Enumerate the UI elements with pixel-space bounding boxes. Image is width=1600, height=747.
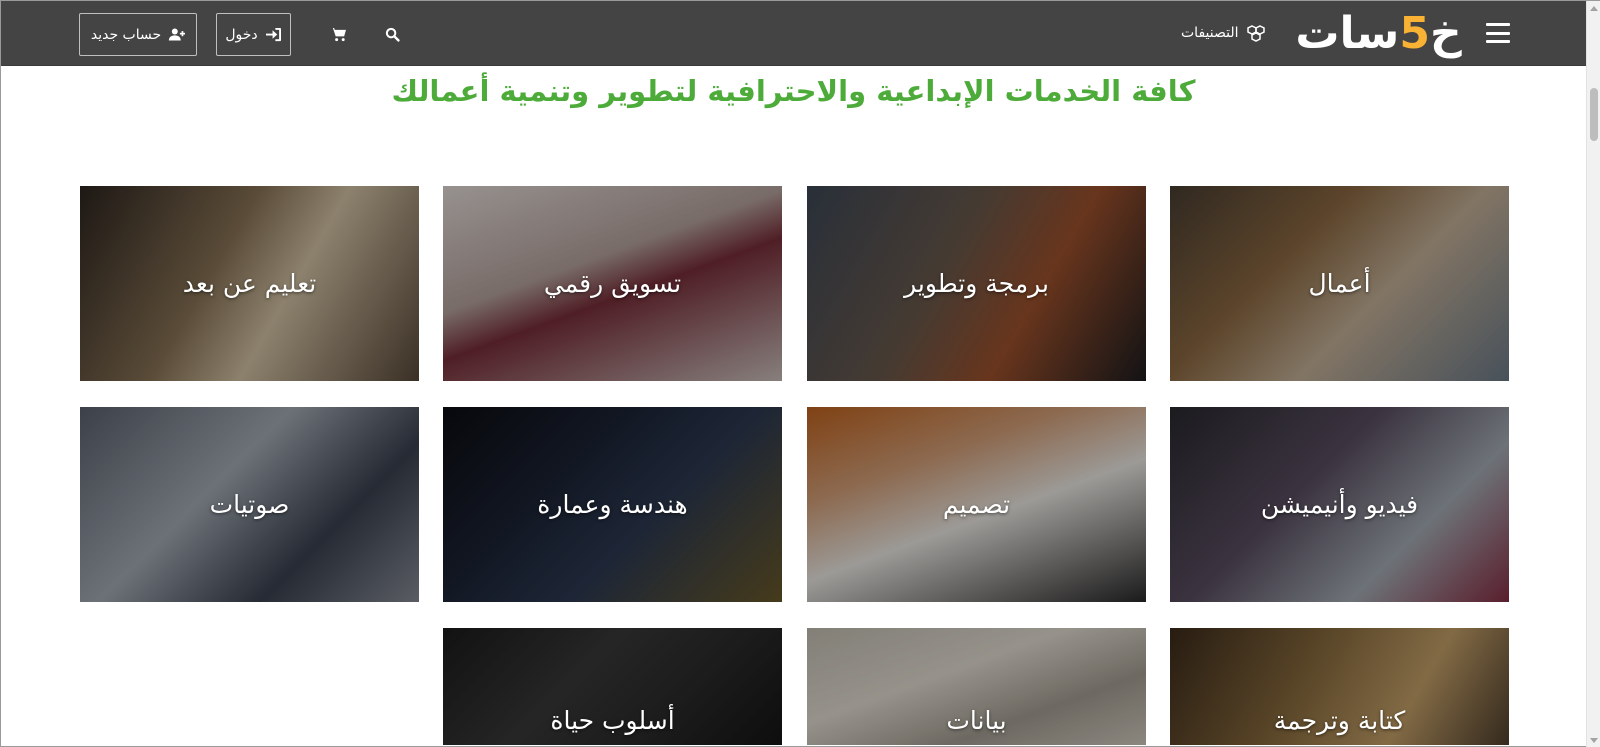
category-label: فيديو وأنيميشن [1260, 490, 1419, 519]
category-label: أعمال [1308, 269, 1371, 298]
category-card-education[interactable]: تعليم عن بعد [80, 186, 419, 381]
category-card-design[interactable]: تصميم [807, 407, 1146, 602]
category-card-audio[interactable]: صوتيات [80, 407, 419, 602]
category-card-writing[interactable]: كتابة وترجمة [1170, 628, 1509, 745]
category-label: تسويق رقمي [543, 269, 682, 298]
category-card-marketing[interactable]: تسويق رقمي [443, 186, 782, 381]
scroll-up-arrow-icon[interactable] [1590, 6, 1598, 11]
vertical-scrollbar[interactable] [1586, 1, 1600, 747]
category-card-lifestyle[interactable]: أسلوب حياة [443, 628, 782, 745]
category-label: تصميم [942, 490, 1011, 519]
category-label: بيانات [946, 706, 1007, 735]
category-card-business[interactable]: أعمال [1170, 186, 1509, 381]
category-card-video[interactable]: فيديو وأنيميشن [1170, 407, 1509, 602]
category-label: كتابة وترجمة [1273, 706, 1406, 735]
scrollbar-thumb[interactable] [1590, 88, 1598, 141]
category-label: برمجة وتطوير [904, 269, 1049, 298]
category-card-programming[interactable]: برمجة وتطوير [807, 186, 1146, 381]
scroll-down-arrow-icon[interactable] [1590, 738, 1598, 743]
category-label: صوتيات [209, 490, 290, 519]
category-label: أسلوب حياة [550, 706, 675, 735]
category-label: تعليم عن بعد [182, 269, 317, 298]
category-card-data[interactable]: بيانات [807, 628, 1146, 745]
category-label: هندسة وعمارة [537, 490, 688, 519]
category-card-engineering[interactable]: هندسة وعمارة [443, 407, 782, 602]
categories-grid: أعمال برمجة وتطوير تسويق رقمي تعليم عن ب… [1, 1, 1586, 747]
